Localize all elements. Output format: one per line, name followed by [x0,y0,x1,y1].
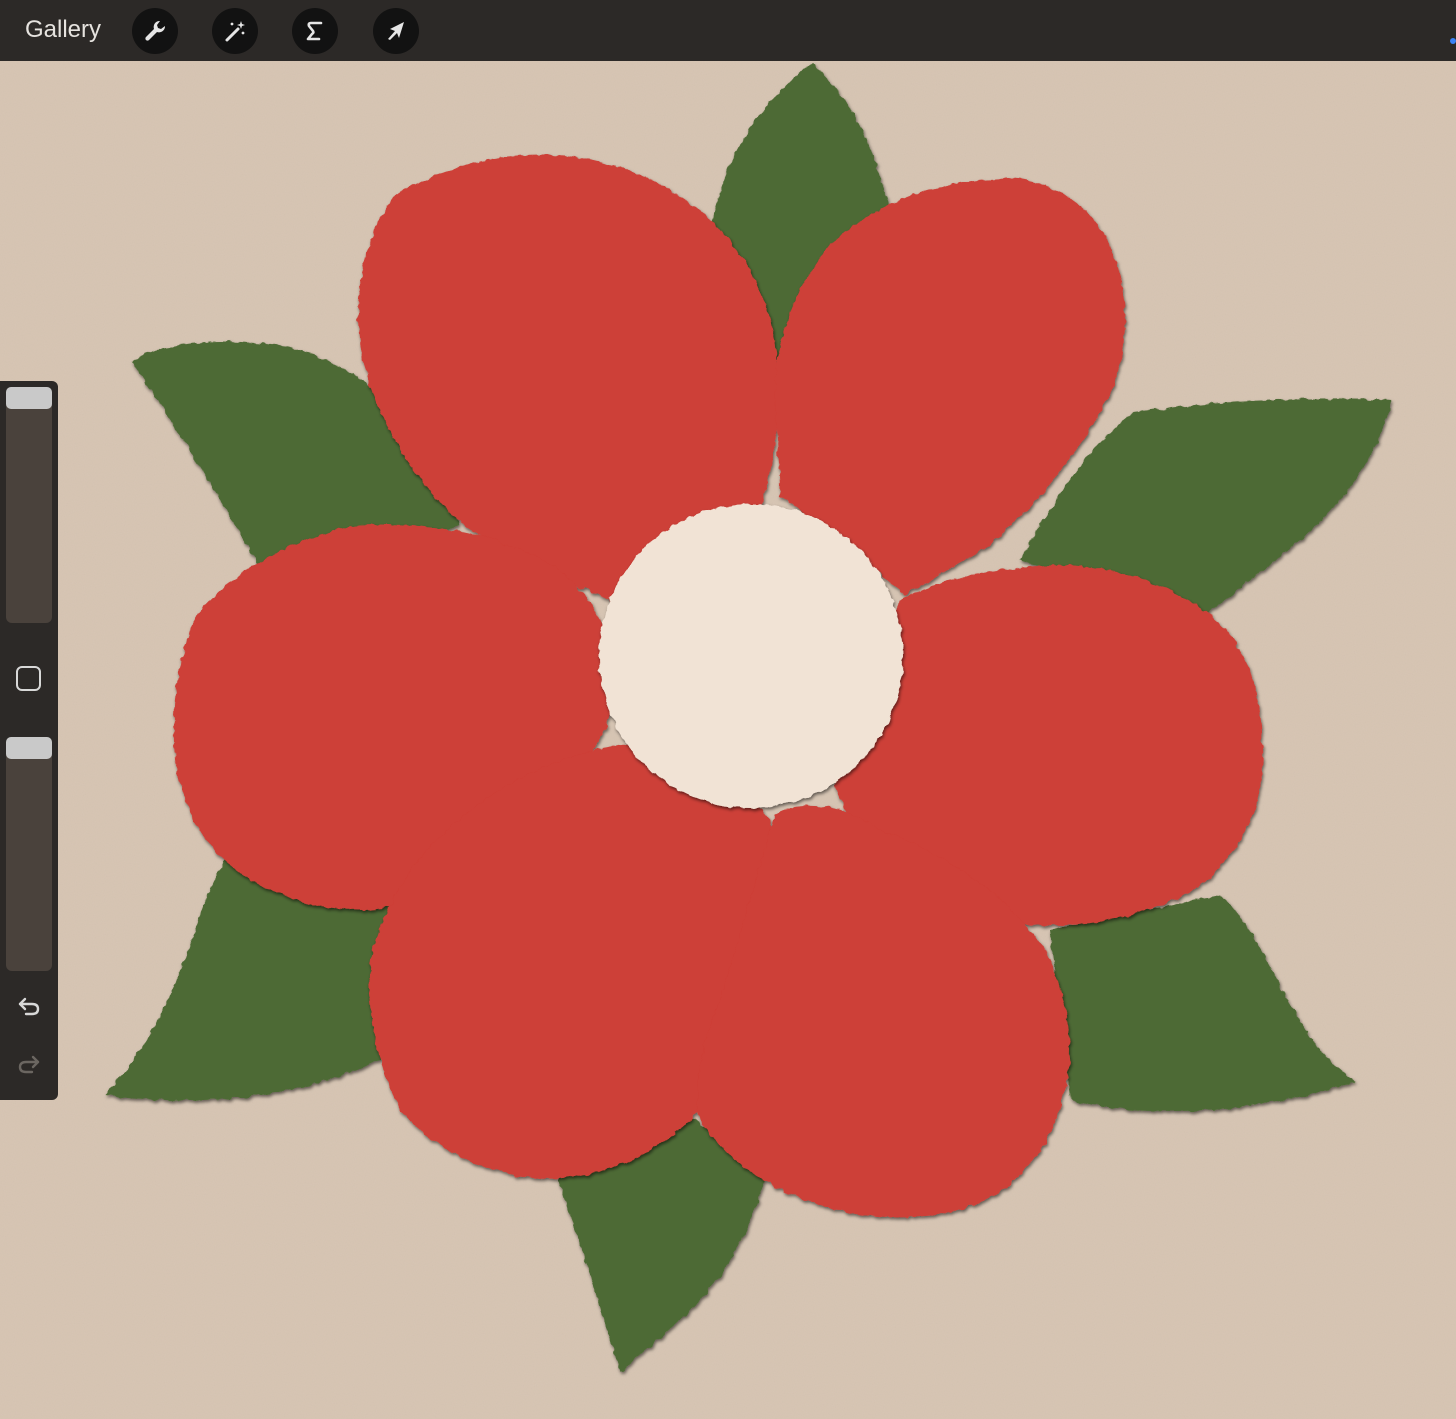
magic-wand-icon [225,21,245,42]
selection-s-icon [306,21,323,41]
top-toolbar: Gallery [0,0,1456,61]
modify-button[interactable] [16,666,41,691]
flower-center [599,504,903,808]
adjustments-button[interactable] [212,8,258,54]
redo-icon [18,1055,40,1074]
gallery-button[interactable]: Gallery [25,14,101,46]
brush-sidebar [0,381,58,1100]
opacity-slider[interactable] [6,737,52,971]
selection-button[interactable] [292,8,338,54]
arrow-cursor-icon [388,22,404,40]
brush-size-knob[interactable] [6,387,52,409]
undo-button[interactable] [16,993,42,1019]
actions-button[interactable] [132,8,178,54]
redo-button[interactable] [16,1051,42,1077]
brush-size-slider[interactable] [6,387,52,623]
color-indicator [1450,38,1456,44]
wrench-icon [145,20,166,41]
artwork [0,61,1456,1419]
drawing-canvas[interactable] [0,61,1456,1419]
undo-icon [18,997,40,1016]
opacity-knob[interactable] [6,737,52,759]
transform-button[interactable] [373,8,419,54]
